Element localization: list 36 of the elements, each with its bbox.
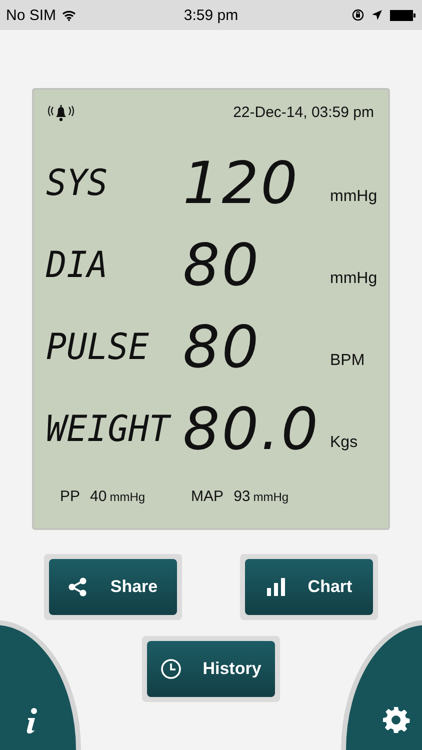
reading-unit: BPM <box>329 352 366 371</box>
stat-value: 93 <box>234 488 250 505</box>
settings-icon <box>382 706 410 734</box>
history-button[interactable]: History <box>147 641 275 697</box>
location-icon <box>372 10 382 20</box>
reading-value: 80 <box>182 318 262 376</box>
reading-value: 80 <box>182 236 262 294</box>
reading-label: DIA <box>46 244 109 286</box>
alarm-bell-icon <box>46 102 76 122</box>
info-button[interactable] <box>0 620 81 750</box>
stat-unit: mmHg <box>253 490 289 504</box>
reading-unit: mmHg <box>329 188 374 207</box>
reading-unit: mmHg <box>329 270 374 289</box>
stat-label: MAP <box>191 488 224 505</box>
reading-value: 120 <box>182 154 301 212</box>
share-button[interactable]: Share <box>49 559 177 615</box>
reading-unit: Kgs <box>329 434 359 453</box>
stat-value: 40 <box>90 488 107 505</box>
reading-label: PULSE <box>46 326 150 368</box>
bar-chart-icon <box>266 577 286 597</box>
settings-button[interactable] <box>341 620 422 750</box>
reading-value: 80.0 <box>182 400 320 458</box>
date-time-text: 22-Dec-14, 03:59 pm <box>233 104 374 120</box>
share-icon <box>68 577 88 597</box>
wifi-icon <box>62 10 76 20</box>
info-icon <box>24 708 38 734</box>
chart-button[interactable]: Chart <box>245 559 373 615</box>
rotation-lock-icon <box>352 9 364 21</box>
battery-icon <box>390 10 416 20</box>
clock-icon <box>160 659 181 679</box>
reading-label: SYS <box>46 162 109 204</box>
reading-label: WEIGHT <box>46 408 172 450</box>
stat-label: PP <box>60 488 80 505</box>
carrier-text: No SIM <box>6 6 56 24</box>
clock-time: 3:59 pm <box>184 6 238 24</box>
stat-unit: mmHg <box>110 490 146 504</box>
